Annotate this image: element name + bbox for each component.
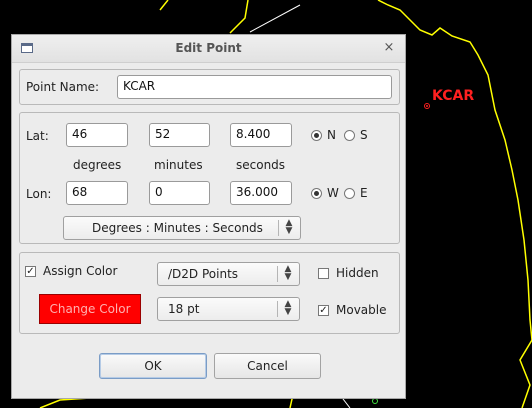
seconds-caption: seconds (236, 158, 286, 172)
dialog-titlebar[interactable]: Edit Point × (12, 35, 405, 63)
lat-seconds-input[interactable]: 8.400 (230, 123, 292, 147)
lat-s-label: S (360, 128, 368, 142)
font-size-select[interactable]: 18 pt ▲ ▼ (157, 297, 300, 321)
movable-checkbox[interactable]: ✓ (318, 305, 329, 316)
degrees-caption: degrees (73, 158, 122, 172)
group-select-value: /D2D Points (168, 267, 239, 281)
edit-point-dialog: Edit Point × Point Name: KCAR Lat: 46 52… (11, 34, 406, 399)
ok-button[interactable]: OK (99, 353, 207, 379)
change-color-button[interactable]: Change Color (39, 294, 141, 324)
updown-chevron-icon: ▲ ▼ (284, 299, 292, 317)
lat-n-label: N (327, 128, 336, 142)
appearance-group: ✓ Assign Color Change Color /D2D Points … (19, 252, 400, 334)
lon-seconds-input[interactable]: 36.000 (230, 181, 292, 205)
map-point-label[interactable]: KCAR (432, 88, 474, 104)
combo-separator (277, 266, 278, 282)
lat-s-radio[interactable] (344, 130, 355, 141)
close-button[interactable]: × (382, 40, 396, 56)
coordinate-format-select[interactable]: Degrees : Minutes : Seconds ▲ ▼ (63, 216, 301, 240)
lat-n-radio[interactable] (311, 130, 322, 141)
assign-color-label: Assign Color (43, 264, 118, 278)
movable-label: Movable (336, 303, 387, 317)
coordinates-group: Lat: 46 52 8.400 N S degrees minutes sec… (19, 112, 400, 244)
lon-w-label: W (327, 186, 339, 200)
combo-separator (277, 301, 278, 317)
combo-separator (278, 220, 279, 236)
point-name-group: Point Name: KCAR (19, 69, 400, 105)
lat-label: Lat: (26, 129, 49, 143)
lat-minutes-input[interactable]: 52 (149, 123, 210, 147)
lon-e-label: E (360, 186, 368, 200)
cancel-button[interactable]: Cancel (214, 353, 321, 379)
updown-chevron-icon: ▲ ▼ (284, 264, 292, 282)
lon-e-radio[interactable] (344, 188, 355, 199)
hidden-checkbox[interactable] (318, 268, 329, 279)
updown-chevron-icon: ▲ ▼ (285, 218, 293, 236)
lat-degrees-input[interactable]: 46 (66, 123, 128, 147)
minutes-caption: minutes (154, 158, 203, 172)
hidden-label: Hidden (336, 266, 379, 280)
lon-minutes-input[interactable]: 0 (149, 181, 210, 205)
font-size-value: 18 pt (168, 302, 200, 316)
map-point-marker[interactable] (424, 103, 430, 109)
assign-color-checkbox[interactable]: ✓ (25, 266, 36, 277)
coordinate-format-value: Degrees : Minutes : Seconds (92, 221, 263, 235)
lon-label: Lon: (26, 187, 52, 201)
point-name-label: Point Name: (26, 80, 100, 94)
lon-w-radio[interactable] (311, 188, 322, 199)
group-select[interactable]: /D2D Points ▲ ▼ (157, 262, 300, 286)
lon-degrees-input[interactable]: 68 (66, 181, 128, 205)
dialog-title: Edit Point (175, 41, 242, 55)
point-name-input[interactable]: KCAR (117, 75, 392, 99)
